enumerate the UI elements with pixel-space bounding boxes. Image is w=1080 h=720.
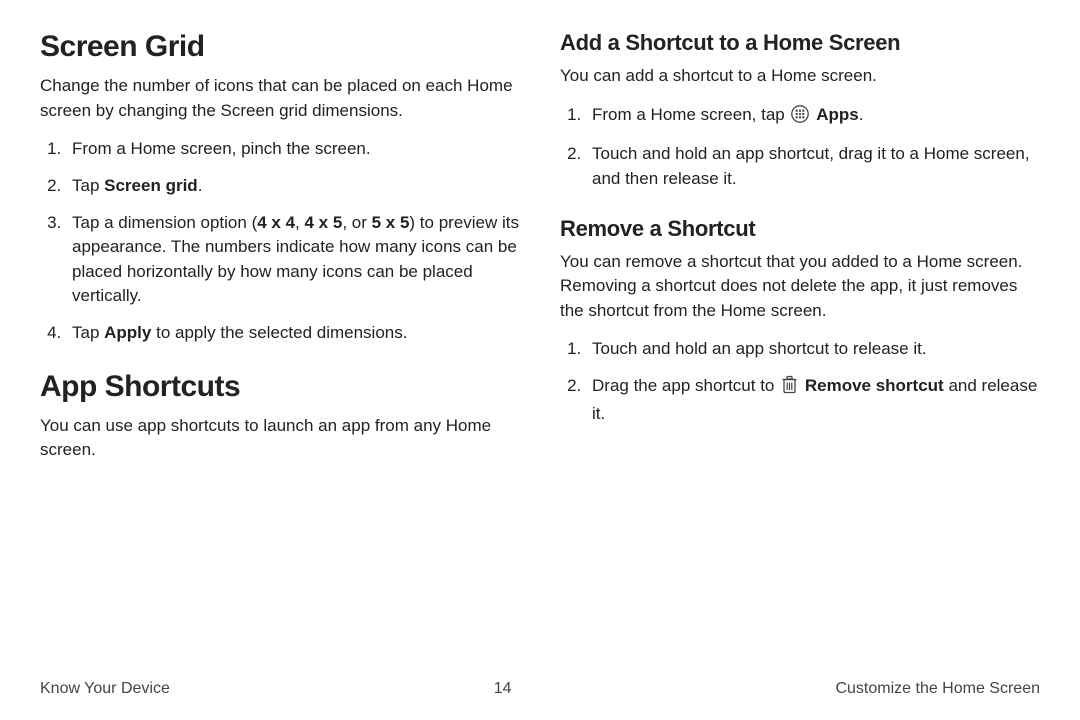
bold-remove-shortcut: Remove shortcut: [805, 376, 944, 395]
bold-4x5: 4 x 5: [305, 213, 343, 232]
app-shortcuts-intro: You can use app shortcuts to launch an a…: [40, 414, 520, 463]
bold-4x4: 4 x 4: [257, 213, 295, 232]
footer-left: Know Your Device: [40, 680, 170, 698]
bold-screen-grid: Screen grid: [104, 176, 198, 195]
add-shortcut-intro: You can add a shortcut to a Home screen.: [560, 64, 1040, 89]
step-3: Tap a dimension option (4 x 4, 4 x 5, or…: [66, 211, 520, 310]
footer-page-number: 14: [494, 680, 512, 698]
right-column: Add a Shortcut to a Home Screen You can …: [560, 30, 1040, 477]
bold-apps: Apps: [816, 105, 859, 124]
screen-grid-steps: From a Home screen, pinch the screen. Ta…: [40, 137, 520, 345]
heading-screen-grid: Screen Grid: [40, 30, 520, 64]
screen-grid-intro: Change the number of icons that can be p…: [40, 74, 520, 123]
footer-right: Customize the Home Screen: [835, 680, 1040, 698]
text: ,: [295, 213, 304, 232]
text: Drag the app shortcut to: [592, 376, 779, 395]
remove-shortcut-steps: Touch and hold an app shortcut to releas…: [560, 337, 1040, 426]
remove-step-2: Drag the app shortcut to Remove shortcut…: [586, 374, 1040, 426]
text: Tap a dimension option (: [72, 213, 257, 232]
add-step-2: Touch and hold an app shortcut, drag it …: [586, 142, 1040, 191]
bold-5x5: 5 x 5: [372, 213, 410, 232]
text: From a Home screen, tap: [592, 105, 789, 124]
heading-app-shortcuts: App Shortcuts: [40, 370, 520, 404]
remove-step-1: Touch and hold an app shortcut to releas…: [586, 337, 1040, 362]
left-column: Screen Grid Change the number of icons t…: [40, 30, 520, 477]
add-shortcut-steps: From a Home screen, tap Apps. Touch and …: [560, 103, 1040, 192]
step-2: Tap Screen grid.: [66, 174, 520, 199]
text: , or: [342, 213, 371, 232]
text: .: [198, 176, 203, 195]
page-footer: Know Your Device 14 Customize the Home S…: [40, 680, 1040, 698]
step-1: From a Home screen, pinch the screen.: [66, 137, 520, 162]
remove-shortcut-intro: You can remove a shortcut that you added…: [560, 250, 1040, 324]
step-4: Tap Apply to apply the selected dimensio…: [66, 321, 520, 346]
text: Tap: [72, 323, 104, 342]
text: Tap: [72, 176, 104, 195]
bold-apply: Apply: [104, 323, 151, 342]
page-body: Screen Grid Change the number of icons t…: [0, 0, 1080, 487]
text: .: [859, 105, 864, 124]
add-step-1: From a Home screen, tap Apps.: [586, 103, 1040, 131]
trash-icon: [781, 375, 798, 402]
heading-add-shortcut: Add a Shortcut to a Home Screen: [560, 30, 1040, 56]
apps-icon: [791, 105, 809, 131]
text: to apply the selected dimensions.: [151, 323, 407, 342]
heading-remove-shortcut: Remove a Shortcut: [560, 216, 1040, 242]
